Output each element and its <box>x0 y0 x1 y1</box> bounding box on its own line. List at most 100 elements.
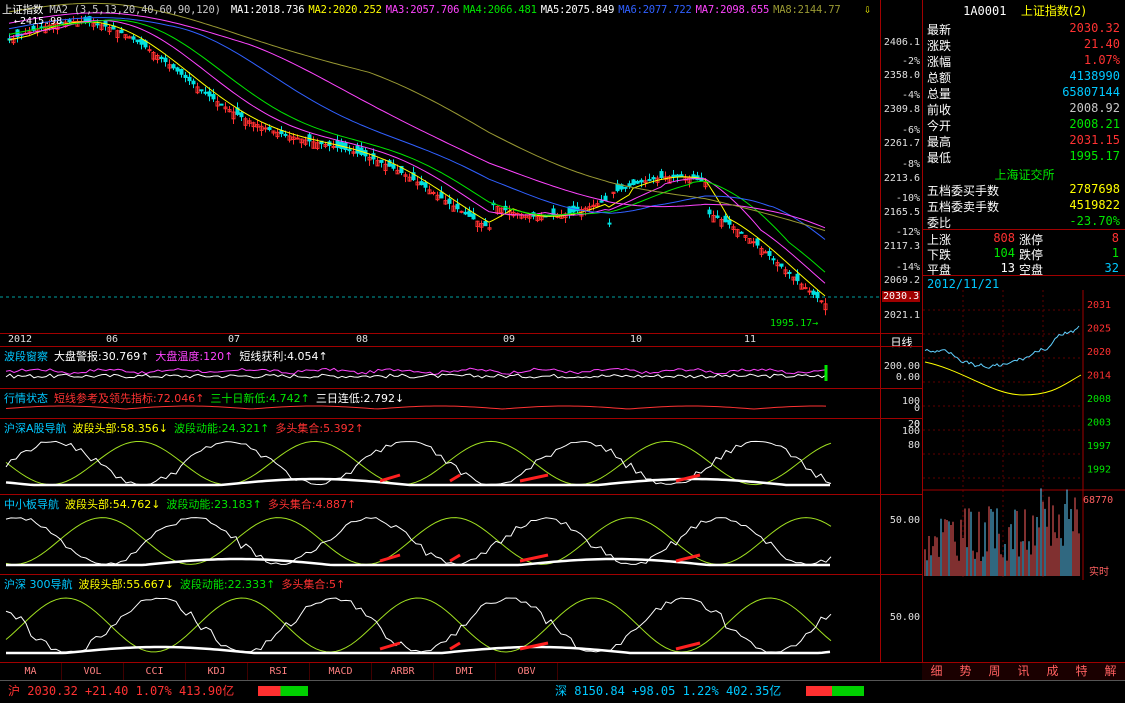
panel-axis: 200.00 0.00 <box>880 346 922 388</box>
panel-title: 中小板导航 波段头部:54.762↓ 波段动能:23.183↑ 多头集合:4.887↑ <box>4 496 356 512</box>
tab-dmi[interactable]: DMI <box>434 663 496 680</box>
panel-value: 大盘温度:120↑ <box>155 350 234 363</box>
price-tick: 2165.5 <box>883 207 920 218</box>
price-tick: 2309.8 <box>883 104 920 115</box>
price-tick: 2358.0 <box>883 70 920 81</box>
intraday-tick: 1997 <box>1087 441 1111 452</box>
panel-tick: 200.00 <box>883 361 920 372</box>
panel-value: 波段头部:54.762↓ <box>65 498 161 511</box>
panel-value: 短线参考及领先指标:72.046↑ <box>54 392 205 405</box>
tab-kdj[interactable]: KDJ <box>186 663 248 680</box>
order-row: 委比 -23.70% <box>923 214 1125 230</box>
intraday-tick: 2031 <box>1087 300 1111 311</box>
indicator-panel[interactable]: 沪深 300导航 波段头部:55.667↓ 波段动能:22.333↑ 多头集合:5↑ <box>0 574 880 662</box>
panel-name: 行情状态 <box>4 392 48 405</box>
tab-ma[interactable]: MA <box>0 663 62 680</box>
ma-legend-item: MA2:2020.252 <box>308 4 382 16</box>
tab-vol[interactable]: VOL <box>62 663 124 680</box>
price-tick: 2117.3 <box>883 241 920 252</box>
price-tick: -10% <box>895 193 920 204</box>
panel-value: 波段动能:24.321↑ <box>173 422 270 435</box>
quote-value: 2008.92 <box>1069 101 1120 115</box>
panel-axis: 100 0 <box>880 388 922 418</box>
intraday-tick: 1992 <box>1087 465 1111 476</box>
updown-value: 808 <box>993 231 1015 245</box>
side-tab[interactable]: 成 <box>1038 663 1067 680</box>
quote-row: 今开 2008.21 <box>923 117 1125 133</box>
price-tick: -6% <box>901 125 920 136</box>
ma-legend-item: MA4:2066.481 <box>463 4 537 16</box>
price-tick: -8% <box>901 159 920 170</box>
panel-value: 多头集合:5.392↑ <box>275 422 364 435</box>
period-label[interactable]: 日线 <box>880 333 922 349</box>
indicator-panel[interactable]: 中小板导航 波段头部:54.762↓ 波段动能:23.183↑ 多头集合:4.887↑ <box>0 494 880 574</box>
quote-row: 涨幅 1.07% <box>923 53 1125 69</box>
panel-name: 沪深A股导航 <box>4 422 67 435</box>
order-row: 五档委卖手数 4519822 <box>923 198 1125 214</box>
quote-row: 前收 2008.92 <box>923 101 1125 117</box>
date-tick: 11 <box>744 334 757 345</box>
panel-tick: 0 <box>913 419 920 430</box>
indicator-panel[interactable]: 波段窗察 大盘警报:30.769↑ 大盘温度:120↑ 短线获利:4.054↑ <box>0 346 880 388</box>
sz-updown-bar <box>806 686 864 696</box>
side-tab[interactable]: 解 <box>1096 663 1125 680</box>
vol-max: 68770 <box>1083 495 1114 506</box>
index-title: 上证指数 <box>2 4 44 16</box>
side-tab[interactable]: 势 <box>951 663 980 680</box>
ma-legend-item: MA3:2057.706 <box>385 4 460 16</box>
intraday-canvas: 2031 2025 2020 2014 2008 2003 1997 1992 <box>923 290 1125 580</box>
intraday-tick: 2020 <box>1087 347 1111 358</box>
price-tick: 2406.1 <box>883 37 920 48</box>
panel-value: 大盘警报:30.769↑ <box>54 350 150 363</box>
ma-legend-item: MA8:2144.77 <box>773 4 841 16</box>
intraday-chart[interactable]: 2031 2025 2020 2014 2008 2003 1997 1992 68770 实… <box>922 290 1125 662</box>
indicator-panel[interactable]: 沪深A股导航 波段头部:58.356↓ 波段动能:24.321↑ 多头集合:5.392… <box>0 418 880 494</box>
low-marker: 1995.17→ <box>770 318 819 329</box>
price-tick: -12% <box>895 227 920 238</box>
tab-cci[interactable]: CCI <box>124 663 186 680</box>
tab-arbr[interactable]: ARBR <box>372 663 434 680</box>
panel-value: 波段头部:58.356↓ <box>72 422 168 435</box>
quote-label: 最低 <box>927 151 952 165</box>
panel-name: 中小板导航 <box>4 498 59 511</box>
panel-axis: 50.00 <box>880 494 922 574</box>
side-tab[interactable]: 特 <box>1067 663 1096 680</box>
quote-label: 今开 <box>927 119 952 133</box>
ma-legend-item: MA5:2075.849 <box>540 4 615 16</box>
order-value: -23.70% <box>1069 214 1120 228</box>
order-label: 五档委卖手数 <box>927 200 1000 214</box>
divider <box>923 229 1125 230</box>
sz-index-status[interactable]: 深 8150.84 +98.05 1.22% 402.35亿 <box>555 681 781 702</box>
indicator-panel[interactable]: 行情状态 短线参考及领先指标:72.046↑ 三十日新低:4.742↑ 三日连低:2.… <box>0 388 880 418</box>
side-tab[interactable]: 周 <box>980 663 1009 680</box>
updown-value: 13 <box>1000 261 1015 275</box>
side-tab[interactable]: 讯 <box>1009 663 1038 680</box>
kline-canvas <box>0 2 880 316</box>
date-tick: 07 <box>228 334 241 345</box>
quote-row: 最高 2031.15 <box>923 133 1125 149</box>
quote-label: 前收 <box>927 103 952 117</box>
order-value: 4519822 <box>1069 198 1120 212</box>
panel-value: 波段动能:23.183↑ <box>166 498 262 511</box>
panel-value: 三日连低:2.792↓ <box>315 392 405 405</box>
date-tick: 09 <box>503 334 516 345</box>
quote-row: 涨跌 21.40 <box>923 37 1125 53</box>
quote-value: 4138990 <box>1069 69 1120 83</box>
exchange-name: 上海证交所 <box>994 168 1055 182</box>
date-tick: 2012 <box>8 334 33 345</box>
sh-index-status[interactable]: 沪 2030.32 +21.40 1.07% 413.90亿 <box>8 681 234 702</box>
main-kline-chart[interactable]: 上证指数 MA2 (3,5,13,20,40,60,90,120) MA1:20… <box>0 0 880 346</box>
current-price-tag: 2030.3 <box>882 291 921 302</box>
quote-title: 1A0001 上证指数(2) <box>963 4 1086 18</box>
panel-title: 沪深A股导航 波段头部:58.356↓ 波段动能:24.321↑ 多头集合:5.392… <box>4 420 364 436</box>
scroll-down-icon[interactable]: ⇩ <box>864 2 871 16</box>
tab-obv[interactable]: OBV <box>496 663 558 680</box>
quote-row: 总量 65807144 <box>923 85 1125 101</box>
realtime-label: 实时 <box>1089 567 1109 578</box>
quote-label: 涨幅 <box>927 55 952 69</box>
side-tab[interactable]: 细 <box>922 663 951 680</box>
panel-tick: 50.00 <box>889 612 920 623</box>
tab-macd[interactable]: MACD <box>310 663 372 680</box>
tab-rsi[interactable]: RSI <box>248 663 310 680</box>
ma-legend-item: MA1:2018.736 <box>230 4 305 16</box>
